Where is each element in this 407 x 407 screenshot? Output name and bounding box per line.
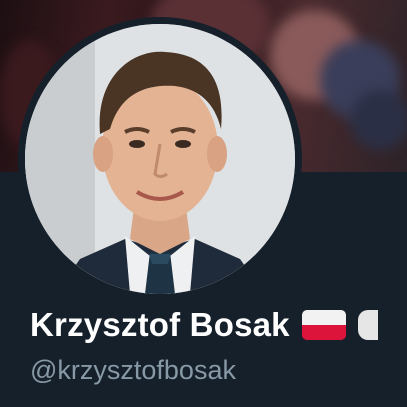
display-name: Krzysztof Bosak [30,306,290,343]
partial-emoji-icon [357,310,378,340]
poland-flag-icon [301,310,346,340]
banner-shape [350,90,407,150]
name-row: Krzysztof Bosak [30,306,378,344]
avatar-photo [25,24,295,294]
profile-handle: @krzysztofbosak [30,355,236,385]
avatar[interactable] [25,24,295,294]
